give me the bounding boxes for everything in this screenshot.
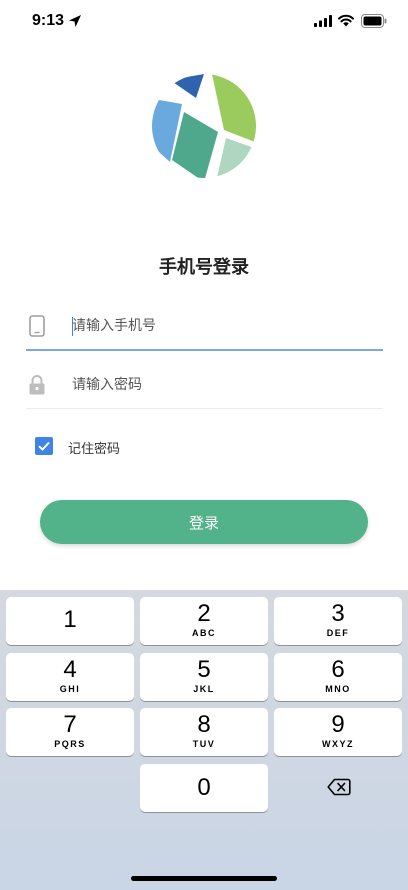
- password-field: [26, 362, 383, 409]
- key-letters: PQRS: [54, 739, 86, 749]
- key-3[interactable]: 3 DEF: [274, 597, 402, 645]
- key-digit: 8: [197, 711, 211, 738]
- text-caret: [72, 317, 73, 336]
- key-letters: GHI: [59, 684, 81, 694]
- phone-input[interactable]: [72, 315, 372, 337]
- key-digit: 5: [197, 656, 211, 683]
- location-arrow-icon: [69, 15, 81, 27]
- status-time: 9:13: [32, 12, 65, 29]
- remember-password-checkbox[interactable]: [35, 437, 53, 455]
- password-input[interactable]: [72, 374, 372, 396]
- key-digit: 3: [331, 600, 345, 627]
- key-digit: 6: [331, 656, 345, 683]
- key-digit: 0: [197, 774, 211, 801]
- mobile-phone-icon: [29, 315, 45, 337]
- key-letters: DEF: [326, 628, 350, 638]
- numeric-keyboard: 1 2 ABC 3 DEF 4 GHI 5 JKL 6 MNO 7 PQRS 8…: [0, 590, 408, 890]
- key-letters: JKL: [193, 684, 215, 694]
- key-6[interactable]: 6 MNO: [274, 653, 402, 701]
- remember-password-label: 记住密码: [68, 442, 121, 457]
- status-bar: 9:13: [0, 0, 408, 44]
- key-digit: 9: [331, 711, 345, 738]
- lock-icon: [29, 375, 45, 395]
- key-4[interactable]: 4 GHI: [6, 653, 134, 701]
- battery-icon: [361, 14, 387, 28]
- wifi-icon: [338, 14, 354, 27]
- key-letters: TUV: [192, 739, 216, 749]
- key-letters: WXYZ: [322, 739, 354, 749]
- key-7[interactable]: 7 PQRS: [6, 708, 134, 756]
- key-2[interactable]: 2 ABC: [140, 597, 268, 645]
- key-digit: 7: [63, 711, 77, 738]
- login-button[interactable]: 登录: [40, 500, 368, 544]
- phone-field: [26, 303, 383, 351]
- home-indicator: [131, 876, 277, 881]
- key-letters: MNO: [325, 684, 351, 694]
- key-digit: 1: [63, 606, 77, 633]
- key-letters: ABC: [192, 628, 216, 638]
- delete-key[interactable]: [274, 764, 402, 812]
- delete-backspace-icon: [327, 778, 351, 796]
- key-9[interactable]: 9 WXYZ: [274, 708, 402, 756]
- key-1[interactable]: 1: [6, 597, 134, 645]
- checkmark-icon: [38, 441, 50, 451]
- key-5[interactable]: 5 JKL: [140, 653, 268, 701]
- key-0[interactable]: 0: [140, 764, 268, 812]
- cellular-signal-icon: [314, 15, 332, 27]
- key-digit: 4: [63, 656, 77, 683]
- app-logo: [152, 74, 256, 178]
- key-8[interactable]: 8 TUV: [140, 708, 268, 756]
- login-screen: 9:13 手机号登录 请输入手机号 记住密码 登录 1 2 ABC 3 DEF …: [0, 0, 408, 890]
- page-title: 手机号登录: [159, 257, 249, 278]
- key-digit: 2: [197, 600, 211, 627]
